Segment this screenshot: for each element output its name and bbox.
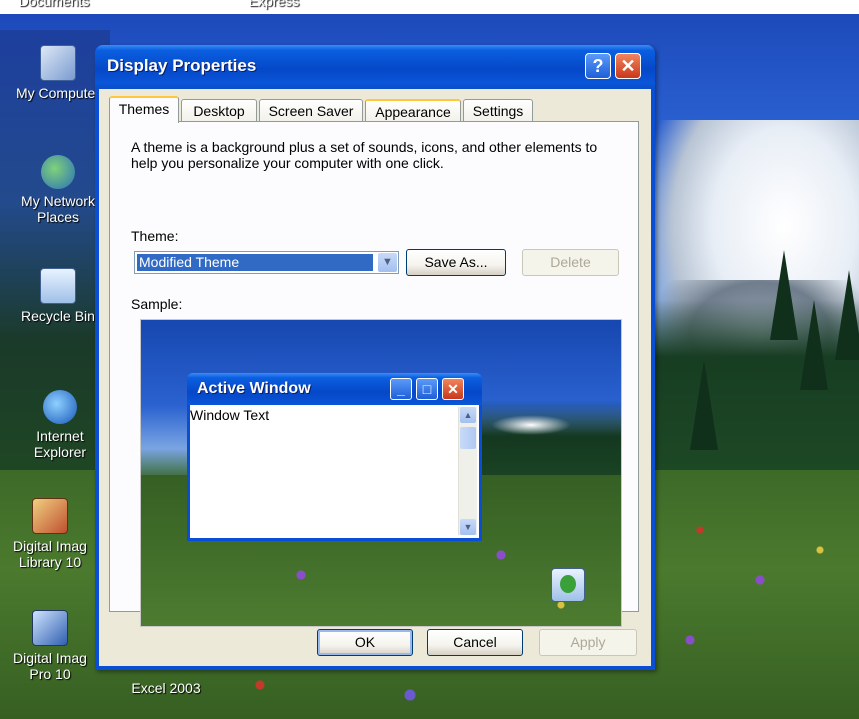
help-icon: ? — [592, 56, 604, 76]
sample-label: Sample: — [131, 296, 183, 312]
desktop-icon-label: Digital Imag — [13, 650, 87, 666]
sample-window-title: Active Window — [197, 380, 311, 397]
delete-button[interactable]: Delete — [522, 249, 619, 276]
close-button[interactable]: ✕ — [615, 53, 641, 79]
desktop-icon-documents[interactable]: Documents — [6, 0, 102, 9]
close-icon: ✕ — [442, 378, 464, 400]
desktop-icon-label: Library 10 — [18, 554, 82, 570]
desktop-icon-label: Excel 2003 — [131, 680, 201, 696]
internet-explorer-icon — [43, 390, 77, 424]
chevron-down-icon[interactable]: ▼ — [378, 253, 397, 272]
digital-image-library-icon — [32, 498, 68, 534]
sample-window-text: Window Text — [190, 407, 270, 423]
theme-select-value: Modified Theme — [137, 254, 373, 271]
digital-image-pro-icon — [32, 610, 68, 646]
sample-active-window: Active Window _ □ ✕ Window Text ▲ ▼ — [187, 373, 482, 541]
desktop-icon-label: Digital Imag — [13, 538, 87, 554]
help-button[interactable]: ? — [585, 53, 611, 79]
scroll-up-icon: ▲ — [460, 407, 476, 423]
tab-appearance[interactable]: Appearance — [365, 99, 461, 121]
recycle-bin-icon — [551, 568, 585, 602]
dialog-body: Themes Desktop Screen Saver Appearance S… — [99, 89, 651, 666]
theme-sample-preview: Active Window _ □ ✕ Window Text ▲ ▼ — [140, 319, 622, 627]
desktop-icon-label: Places — [36, 209, 80, 225]
sample-scrollbar: ▲ ▼ — [458, 407, 477, 535]
desktop-icon-recycle-bin[interactable]: Recycle Bin — [10, 268, 106, 324]
save-as-button[interactable]: Save As... — [406, 249, 506, 276]
apply-button[interactable]: Apply — [539, 629, 637, 656]
desktop-icon-label: Internet — [36, 428, 84, 444]
display-properties-dialog: Display Properties ? ✕ Themes Desktop Sc… — [95, 45, 655, 670]
tab-settings[interactable]: Settings — [463, 99, 533, 121]
desktop-icon-label: Explorer — [33, 444, 87, 460]
recycle-bin-icon — [40, 268, 76, 304]
dialog-title-bar[interactable]: Display Properties ? ✕ — [95, 45, 655, 89]
desktop-icon-label: My Network — [21, 193, 95, 209]
desktop-icon-excel[interactable]: Excel 2003 — [118, 680, 214, 696]
close-icon: ✕ — [620, 56, 636, 76]
cancel-button[interactable]: Cancel — [427, 629, 523, 656]
desktop-icon-label: Documents — [18, 0, 90, 9]
desktop-icon-label: Recycle Bin — [21, 308, 95, 324]
scroll-thumb — [460, 427, 476, 449]
desktop-icon-digital-image-pro[interactable]: Digital Imag Pro 10 — [2, 610, 98, 682]
sample-window-client: Window Text ▲ ▼ — [190, 405, 479, 538]
tab-screen-saver[interactable]: Screen Saver — [259, 99, 363, 121]
tab-desktop[interactable]: Desktop — [181, 99, 257, 121]
desktop-icon-network-places[interactable]: My Network Places — [10, 155, 106, 225]
desktop-icon-internet-explorer[interactable]: Internet Explorer — [12, 390, 108, 460]
theme-label: Theme: — [131, 228, 179, 244]
desktop-icon-label: My Computer — [15, 85, 101, 101]
sample-window-title-bar: Active Window _ □ ✕ — [187, 373, 482, 405]
themes-panel: A theme is a background plus a set of so… — [109, 121, 639, 627]
network-places-icon — [41, 155, 75, 189]
desktop-icon-my-computer[interactable]: My Computer — [10, 45, 106, 101]
desktop-icon-express[interactable]: Express — [226, 0, 322, 9]
maximize-icon: □ — [416, 378, 438, 400]
themes-description: A theme is a background plus a set of so… — [131, 139, 598, 171]
theme-select[interactable]: Modified Theme ▼ — [134, 251, 399, 274]
scroll-down-icon: ▼ — [460, 519, 476, 535]
desktop-icon-digital-image-library[interactable]: Digital Imag Library 10 — [2, 498, 98, 570]
desktop-icon-label: Express — [248, 0, 300, 9]
ok-button[interactable]: OK — [317, 629, 413, 656]
desktop-icon-label: Pro 10 — [29, 666, 71, 682]
my-computer-icon — [40, 45, 76, 81]
dialog-title: Display Properties — [107, 56, 257, 75]
minimize-icon: _ — [390, 378, 412, 400]
tab-themes[interactable]: Themes — [109, 96, 179, 123]
